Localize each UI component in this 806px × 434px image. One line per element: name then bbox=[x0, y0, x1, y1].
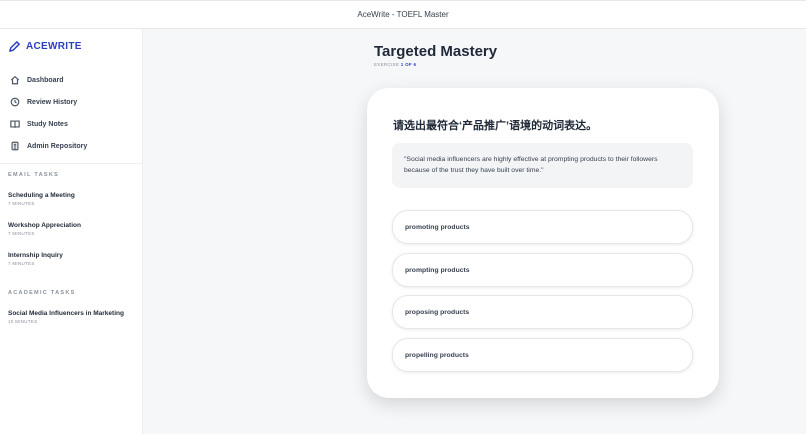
sidebar-item-label: Admin Repository bbox=[27, 142, 88, 150]
answer-option-2[interactable]: prompting products bbox=[392, 253, 693, 287]
exercise-label: EXERCISE bbox=[374, 62, 400, 67]
task-duration: 7 MINUTES bbox=[8, 231, 35, 236]
exercise-progress: 1 OF 6 bbox=[400, 62, 417, 67]
exercise-card: 请选出最符合‘产品推广’语境的动词表达。 "Social media influ… bbox=[367, 88, 719, 398]
sidebar-divider bbox=[0, 163, 143, 164]
sidebar-nav: Dashboard Review History Study Notes Adm… bbox=[10, 69, 135, 157]
question-prompt: 请选出最符合‘产品推广’语境的动词表达。 bbox=[393, 120, 598, 132]
task-item-internship-inquiry[interactable]: Internship Inquiry 7 MINUTES bbox=[8, 252, 138, 266]
window-title: AceWrite - TOEFL Master bbox=[357, 10, 449, 19]
sidebar: ACEWRITE Dashboard Review History Study … bbox=[0, 29, 143, 434]
sidebar-item-label: Review History bbox=[27, 98, 78, 106]
email-tasks-heading: EMAIL TASKS bbox=[8, 172, 60, 178]
sidebar-item-dashboard[interactable]: Dashboard bbox=[10, 69, 135, 91]
clock-icon bbox=[10, 97, 20, 107]
task-title: Social Media Influencers in Marketing bbox=[8, 310, 124, 317]
answer-option-1[interactable]: promoting products bbox=[392, 210, 693, 244]
task-title: Scheduling a Meeting bbox=[8, 192, 75, 199]
task-item-workshop-appreciation[interactable]: Workshop Appreciation 7 MINUTES bbox=[8, 222, 138, 236]
page-title: Targeted Mastery bbox=[374, 43, 498, 60]
answer-option-label: promoting products bbox=[405, 223, 470, 231]
task-item-scheduling-a-meeting[interactable]: Scheduling a Meeting 7 MINUTES bbox=[8, 192, 138, 206]
task-duration: 7 MINUTES bbox=[8, 201, 35, 206]
home-icon bbox=[10, 75, 20, 85]
answer-option-3[interactable]: proposing products bbox=[392, 295, 693, 329]
task-item-social-media-influencers[interactable]: Social Media Influencers in Marketing 10… bbox=[8, 310, 138, 324]
sidebar-item-review-history[interactable]: Review History bbox=[10, 91, 135, 113]
pencil-icon bbox=[9, 41, 20, 52]
task-title: Workshop Appreciation bbox=[8, 222, 81, 229]
context-sentence: "Social media influencers are highly eff… bbox=[392, 143, 693, 188]
archive-icon bbox=[11, 141, 19, 151]
answer-option-label: propelling products bbox=[405, 351, 469, 359]
answer-option-label: prompting products bbox=[405, 266, 470, 274]
brand-name: ACEWRITE bbox=[26, 41, 82, 52]
sidebar-item-label: Dashboard bbox=[27, 76, 64, 84]
brand[interactable]: ACEWRITE bbox=[8, 40, 82, 53]
sidebar-item-admin-repository[interactable]: Admin Repository bbox=[10, 135, 135, 157]
academic-tasks-heading: ACADEMIC TASKS bbox=[8, 290, 76, 296]
exercise-counter: EXERCISE 1 OF 6 bbox=[374, 62, 416, 67]
task-duration: 7 MINUTES bbox=[8, 261, 35, 266]
book-icon bbox=[10, 120, 20, 128]
answer-option-4[interactable]: propelling products bbox=[392, 338, 693, 372]
task-title: Internship Inquiry bbox=[8, 252, 63, 259]
task-duration: 10 MINUTES bbox=[8, 319, 38, 324]
sidebar-item-study-notes[interactable]: Study Notes bbox=[10, 113, 135, 135]
sidebar-item-label: Study Notes bbox=[27, 120, 68, 128]
window-titlebar: AceWrite - TOEFL Master bbox=[0, 0, 806, 29]
answer-option-label: proposing products bbox=[405, 308, 470, 316]
